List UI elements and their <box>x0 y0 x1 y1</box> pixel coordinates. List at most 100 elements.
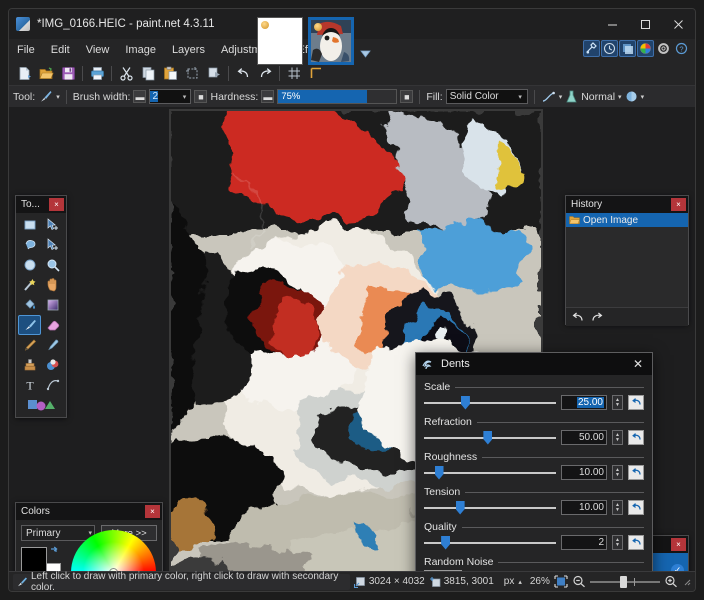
chevron-down-icon[interactable]: ▾ <box>178 90 190 103</box>
brush-width-input[interactable]: 2 ▾ <box>149 89 191 104</box>
layers-panel-close-button[interactable]: × <box>671 538 686 551</box>
move-selection-tool[interactable] <box>41 235 64 255</box>
copy-icon[interactable] <box>138 63 158 83</box>
gradient-tool[interactable] <box>41 295 64 315</box>
minimize-button[interactable] <box>596 9 629 39</box>
chevron-down-icon[interactable]: ▾ <box>514 90 527 103</box>
text-tool[interactable]: T <box>18 375 41 395</box>
line-curve-tool[interactable] <box>41 375 64 395</box>
pan-tool[interactable] <box>41 275 64 295</box>
spin-down-icon[interactable]: ▼ <box>615 473 620 478</box>
history-panel-header[interactable]: History × <box>566 196 688 213</box>
slider-thumb[interactable] <box>456 501 465 515</box>
help-toggle[interactable]: ? <box>673 40 690 57</box>
paint-bucket-tool[interactable] <box>18 295 41 315</box>
paintbrush-icon[interactable] <box>38 89 53 104</box>
scale-spinner[interactable]: ▲ ▼ <box>612 395 623 410</box>
dialog-title-bar[interactable]: Dents ✕ <box>416 353 652 375</box>
open-icon[interactable] <box>36 63 56 83</box>
quality-spinner[interactable]: ▲ ▼ <box>612 535 623 550</box>
cut-icon[interactable] <box>116 63 136 83</box>
history-panel-toggle[interactable] <box>601 40 618 57</box>
rectangle-select-tool[interactable] <box>18 215 41 235</box>
alpha-blending-icon[interactable] <box>625 90 638 103</box>
redo-arrow-icon[interactable] <box>590 311 604 323</box>
color-target-dropdown[interactable]: Primary ▾ <box>21 525 95 541</box>
crop-to-selection-icon[interactable] <box>182 63 202 83</box>
recolor-tool[interactable] <box>41 355 64 375</box>
refraction-slider[interactable] <box>424 431 556 445</box>
scale-value-input[interactable]: 25.00 <box>561 395 607 410</box>
colors-panel-header[interactable]: Colors × <box>16 503 162 520</box>
tool-dropdown-caret[interactable]: ▾ <box>56 93 60 101</box>
tension-value-input[interactable]: 10.00 <box>561 500 607 515</box>
primary-color-swatch[interactable] <box>21 547 47 571</box>
layers-panel-toggle[interactable] <box>619 40 636 57</box>
color-picker-tool[interactable] <box>41 335 64 355</box>
deselect-all-icon[interactable] <box>204 63 224 83</box>
print-icon[interactable] <box>87 63 107 83</box>
antialias-dropdown-caret[interactable]: ▾ <box>559 93 563 101</box>
undo-arrow-icon[interactable] <box>571 311 585 323</box>
spin-down-icon[interactable]: ▼ <box>615 403 620 408</box>
pencil-tool[interactable] <box>18 335 41 355</box>
tools-panel-toggle[interactable] <box>583 40 600 57</box>
move-selected-tool[interactable] <box>41 215 64 235</box>
fill-dropdown[interactable]: Solid Color ▾ <box>446 89 528 104</box>
menu-file[interactable]: File <box>9 41 43 59</box>
zoom-slider[interactable] <box>590 576 660 588</box>
slider-thumb[interactable] <box>441 536 450 550</box>
zoom-in-icon[interactable] <box>664 575 678 588</box>
quality-value-input[interactable]: 2 <box>561 535 607 550</box>
colors-panel-close-button[interactable]: × <box>145 505 160 518</box>
alpha-dropdown-caret[interactable]: ▾ <box>641 93 645 101</box>
menu-layers[interactable]: Layers <box>164 41 213 59</box>
menu-image[interactable]: Image <box>117 41 164 59</box>
close-button[interactable] <box>662 9 695 39</box>
roughness-value-input[interactable]: 10.00 <box>561 465 607 480</box>
tension-slider[interactable] <box>424 501 556 515</box>
zoom-out-icon[interactable] <box>572 575 586 588</box>
save-icon[interactable] <box>58 63 78 83</box>
fit-to-window-icon[interactable] <box>554 575 568 588</box>
slider-thumb[interactable] <box>483 431 492 445</box>
lasso-select-tool[interactable] <box>18 235 41 255</box>
menu-edit[interactable]: Edit <box>43 41 78 59</box>
history-panel-close-button[interactable]: × <box>671 198 686 211</box>
roughness-spinner[interactable]: ▲ ▼ <box>612 465 623 480</box>
paste-icon[interactable] <box>160 63 180 83</box>
magic-wand-tool[interactable] <box>18 275 41 295</box>
refraction-spinner[interactable]: ▲ ▼ <box>612 430 623 445</box>
brush-width-decrease-button[interactable]: ▬ <box>133 90 146 103</box>
color-wheel-cursor[interactable] <box>109 568 118 571</box>
dialog-close-button[interactable]: ✕ <box>624 353 652 375</box>
zoom-tool[interactable] <box>41 255 64 275</box>
settings-toggle[interactable] <box>655 40 672 57</box>
menu-view[interactable]: View <box>78 41 118 59</box>
colors-panel-toggle[interactable] <box>637 40 654 57</box>
thumbnail-list-caret[interactable] <box>359 48 372 61</box>
maximize-button[interactable] <box>629 9 662 39</box>
zoom-slider-thumb[interactable] <box>620 576 627 588</box>
refraction-value-input[interactable]: 50.00 <box>561 430 607 445</box>
spin-down-icon[interactable]: ▼ <box>615 438 620 443</box>
tools-panel-close-button[interactable]: × <box>49 198 64 211</box>
roughness-slider[interactable] <box>424 466 556 480</box>
blend-dropdown-caret[interactable]: ▾ <box>618 93 622 101</box>
blend-mode-icon[interactable] <box>565 90 578 104</box>
reseed-button[interactable]: Reseed <box>424 570 462 571</box>
shapes-tool[interactable] <box>18 395 64 415</box>
roughness-reset-button[interactable] <box>628 465 644 480</box>
brush-width-increase-button[interactable]: ■ <box>194 90 207 103</box>
slider-thumb[interactable] <box>435 466 444 480</box>
layer-visibility-checkbox[interactable]: ✓ <box>671 564 684 572</box>
undo-icon[interactable] <box>233 63 253 83</box>
spin-down-icon[interactable]: ▼ <box>615 543 620 548</box>
history-item-open-image[interactable]: Open Image <box>566 213 688 227</box>
quality-slider[interactable] <box>424 536 556 550</box>
hardness-increase-button[interactable]: ■ <box>400 90 413 103</box>
image-thumbnail-puffin[interactable] <box>308 17 354 65</box>
quality-reset-button[interactable] <box>628 535 644 550</box>
hardness-decrease-button[interactable]: ▬ <box>261 90 274 103</box>
hardness-slider[interactable]: 75% <box>277 89 397 104</box>
